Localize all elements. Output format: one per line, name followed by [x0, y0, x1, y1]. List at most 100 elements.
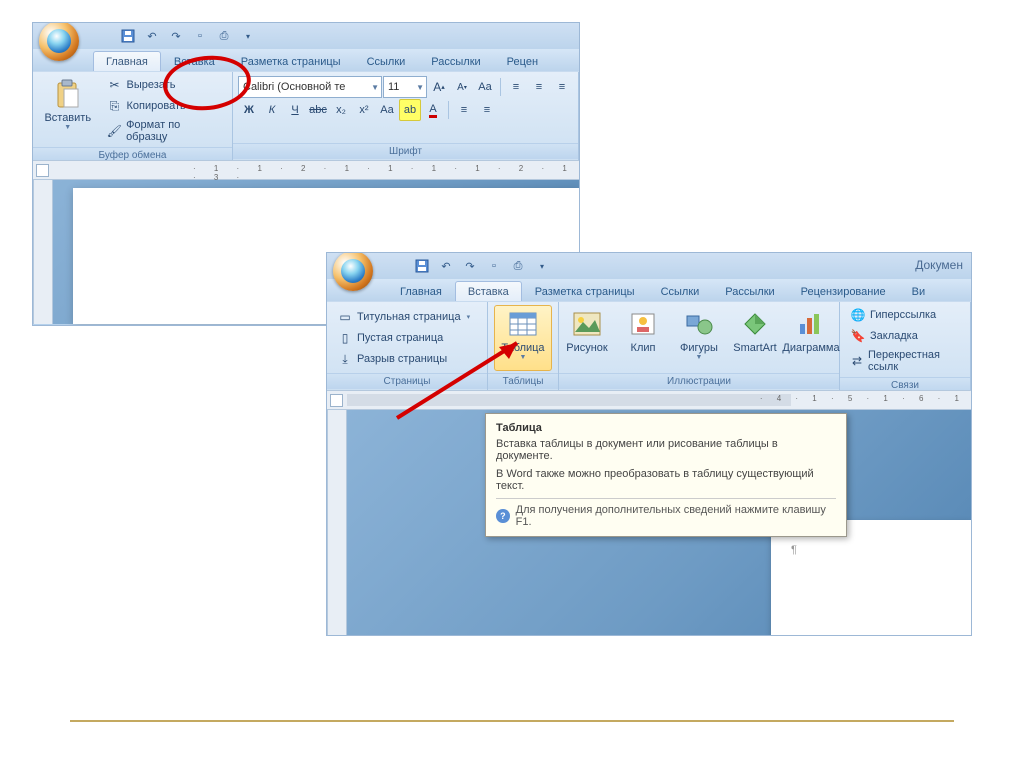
crossref-icon: ⇄ — [850, 353, 864, 369]
subscript-button[interactable]: x₂ — [330, 99, 352, 121]
group-font: Шрифт — [233, 143, 578, 159]
tab-layout[interactable]: Разметка страницы — [522, 281, 648, 301]
tooltip-body1: Вставка таблицы в документ или рисование… — [496, 438, 836, 462]
superscript-button[interactable]: x² — [353, 99, 375, 121]
align-center-button[interactable]: ≡ — [476, 99, 498, 121]
vertical-ruler[interactable] — [327, 410, 347, 636]
table-icon — [507, 308, 539, 340]
help-icon: ? — [496, 509, 510, 523]
quick-access-toolbar: ↶ ↷ ▫ ⎙ ▾ — [33, 23, 579, 49]
ribbon-tabs: Главная Вставка Разметка страницы Ссылки… — [33, 49, 579, 71]
font-name-combo[interactable]: Calibri (Основной те▼ — [238, 76, 382, 98]
save-icon[interactable] — [413, 257, 431, 275]
scissors-icon: ✂ — [107, 77, 123, 93]
ribbon-content: ▭Титульная страница▾ ▯Пустая страница ⤓Р… — [327, 301, 971, 390]
group-tables: Таблицы — [488, 373, 558, 389]
document-page[interactable]: ¶ — [771, 520, 971, 636]
redo-icon[interactable]: ↷ — [167, 27, 185, 45]
clipart-button[interactable]: Клип — [616, 305, 670, 371]
chevron-down-icon: ▼ — [64, 124, 71, 131]
change-case-button[interactable]: Aa — [376, 99, 398, 121]
smartart-icon — [739, 308, 771, 340]
copy-button[interactable]: ⎘Копировать — [102, 96, 228, 116]
smartart-button[interactable]: SmartArt — [728, 305, 782, 371]
chevron-down-icon: ▼ — [371, 83, 379, 92]
picture-icon — [571, 308, 603, 340]
office-button[interactable] — [333, 252, 373, 291]
bold-button[interactable]: Ж — [238, 99, 260, 121]
tab-insert[interactable]: Вставка — [161, 51, 228, 71]
shapes-icon — [683, 308, 715, 340]
clear-format-button[interactable]: Aa — [474, 76, 496, 98]
chevron-down-icon: ▼ — [416, 83, 424, 92]
tab-insert[interactable]: Вставка — [455, 281, 522, 301]
vertical-ruler[interactable] — [33, 180, 53, 324]
clipart-icon — [627, 308, 659, 340]
bullet-list-button[interactable]: ≡ — [505, 76, 527, 98]
cut-button[interactable]: ✂Вырезать — [102, 75, 228, 95]
grow-font-button[interactable]: A▴ — [428, 76, 450, 98]
slide-divider — [70, 720, 954, 722]
document-title: Докумен — [915, 258, 963, 272]
ruler-toggle-icon[interactable] — [36, 164, 49, 177]
picture-button[interactable]: Рисунок — [560, 305, 614, 371]
paragraph-mark-icon: ¶ — [791, 544, 797, 556]
align-left-button[interactable]: ≡ — [453, 99, 475, 121]
screenshot-insert-tab: ↶ ↷ ▫ ⎙ ▾ Докумен Главная Вставка Размет… — [326, 252, 972, 636]
tab-view[interactable]: Ви — [899, 281, 938, 301]
highlight-button[interactable]: ab — [399, 99, 421, 121]
underline-button[interactable]: Ч — [284, 99, 306, 121]
tab-references[interactable]: Ссылки — [648, 281, 713, 301]
hyperlink-button[interactable]: 🌐Гиперссылка — [845, 305, 965, 325]
tab-references[interactable]: Ссылки — [354, 51, 419, 71]
font-size-combo[interactable]: 11▼ — [383, 76, 427, 98]
blank-page-icon: ▯ — [337, 330, 353, 346]
strike-button[interactable]: abc — [307, 99, 329, 121]
quick-access-toolbar: ↶ ↷ ▫ ⎙ ▾ Докумен — [327, 253, 971, 279]
tooltip-body2: В Word также можно преобразовать в табли… — [496, 468, 836, 492]
redo-icon[interactable]: ↷ — [461, 257, 479, 275]
shrink-font-button[interactable]: A▾ — [451, 76, 473, 98]
chart-icon — [795, 308, 827, 340]
tab-home[interactable]: Главная — [387, 281, 455, 301]
multilevel-list-button[interactable]: ≡ — [551, 76, 573, 98]
format-painter-button[interactable]: 🖌Формат по образцу — [102, 117, 228, 145]
table-button[interactable]: Таблица ▼ — [494, 305, 551, 371]
undo-icon[interactable]: ↶ — [437, 257, 455, 275]
bookmark-button[interactable]: 🔖Закладка — [845, 326, 965, 346]
italic-button[interactable]: К — [261, 99, 283, 121]
tab-home[interactable]: Главная — [93, 51, 161, 71]
office-button[interactable] — [39, 22, 79, 61]
cover-page-button[interactable]: ▭Титульная страница▾ — [332, 307, 482, 327]
blank-page-button[interactable]: ▯Пустая страница — [332, 328, 482, 348]
group-pages: Страницы — [327, 373, 487, 389]
tab-layout[interactable]: Разметка страницы — [228, 51, 354, 71]
new-doc-icon[interactable]: ▫ — [485, 257, 503, 275]
print-icon[interactable]: ⎙ — [509, 257, 527, 275]
horizontal-ruler[interactable]: · 1 · 1 · 2 · 1 · 1 · 1 · 1 · 2 · 1 · 3 … — [33, 160, 579, 180]
shapes-button[interactable]: Фигуры▼ — [672, 305, 726, 371]
page-icon: ▭ — [337, 309, 353, 325]
page-break-button[interactable]: ⤓Разрыв страницы — [332, 349, 482, 369]
new-doc-icon[interactable]: ▫ — [191, 27, 209, 45]
qat-more-icon[interactable]: ▾ — [239, 27, 257, 45]
font-color-button[interactable]: A — [422, 99, 444, 121]
tab-review[interactable]: Рецен — [494, 51, 551, 71]
tab-mailings[interactable]: Рассылки — [712, 281, 787, 301]
number-list-button[interactable]: ≡ — [528, 76, 550, 98]
chart-button[interactable]: Диаграмма — [784, 305, 838, 371]
ruler-toggle-icon[interactable] — [330, 394, 343, 407]
cross-ref-button[interactable]: ⇄Перекрестная ссылк — [845, 347, 965, 375]
save-icon[interactable] — [119, 27, 137, 45]
undo-icon[interactable]: ↶ — [143, 27, 161, 45]
print-icon[interactable]: ⎙ — [215, 27, 233, 45]
eraser-icon: Aa — [478, 81, 491, 93]
paste-button[interactable]: Вставить ▼ — [38, 75, 98, 145]
tab-review[interactable]: Рецензирование — [788, 281, 899, 301]
tooltip-title: Таблица — [496, 422, 836, 434]
qat-more-icon[interactable]: ▾ — [533, 257, 551, 275]
ribbon-content: Вставить ▼ ✂Вырезать ⎘Копировать 🖌Формат… — [33, 71, 579, 160]
tooltip-table: Таблица Вставка таблицы в документ или р… — [485, 413, 847, 537]
horizontal-ruler[interactable]: · 4 · 1 · 5 · 1 · 6 · 1 — [327, 390, 971, 410]
tab-mailings[interactable]: Рассылки — [418, 51, 493, 71]
